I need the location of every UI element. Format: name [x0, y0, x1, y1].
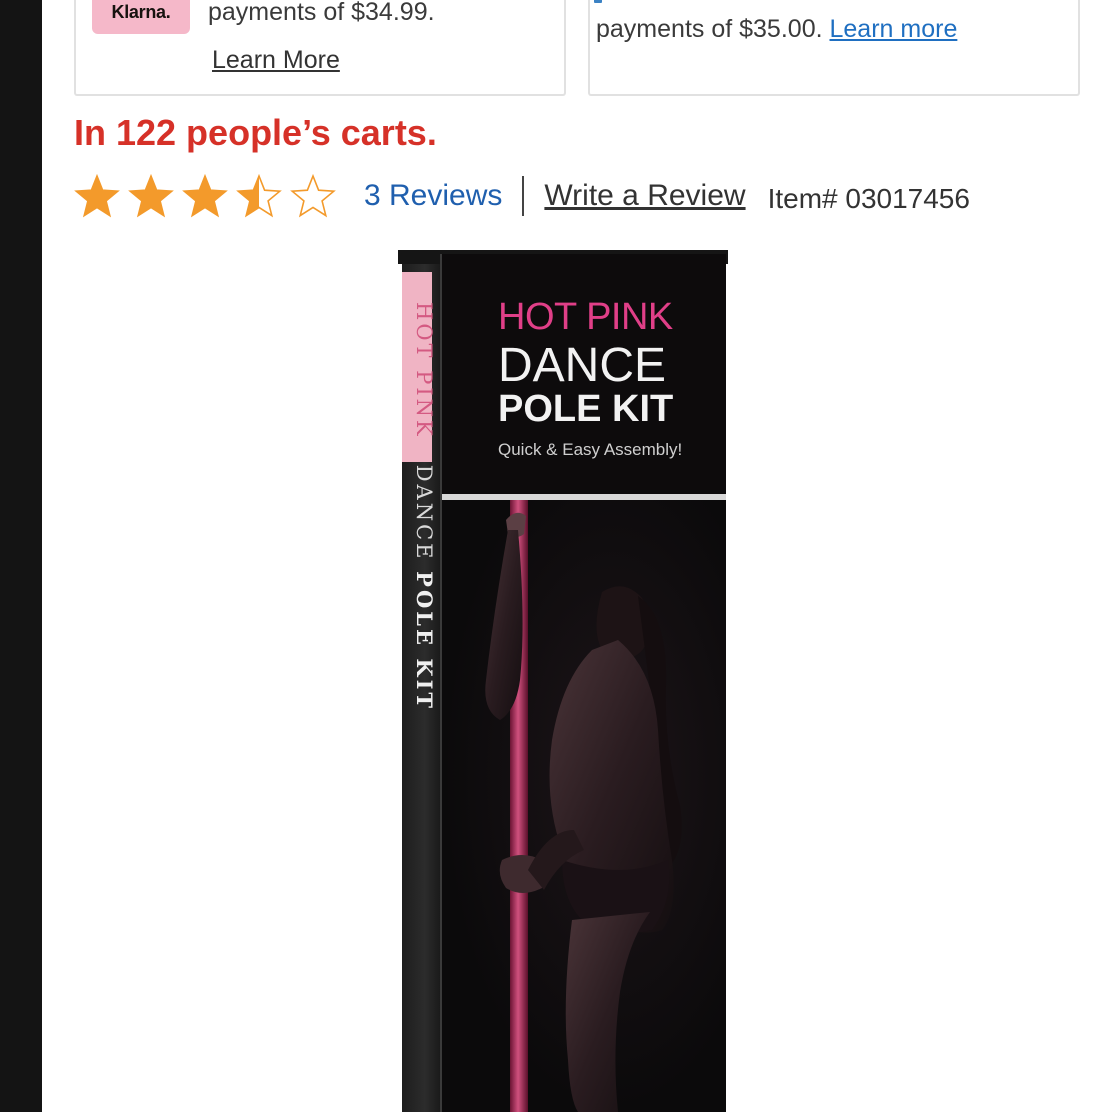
divider [522, 176, 525, 216]
left-edge-bar [0, 0, 42, 1112]
alt-payment-text-wrapper: payments of $35.00. Learn more [596, 15, 957, 44]
klarna-payment-text: payments of $34.99. [208, 0, 435, 26]
box-tagline: Quick & Easy Assembly! [498, 440, 683, 459]
star-half-icon [236, 173, 282, 218]
dancer-photo [442, 500, 726, 1112]
box-title-dance: DANCE [498, 339, 667, 392]
dancer-silhouette-illustration [485, 500, 682, 1112]
star-full-icon [128, 173, 174, 218]
star-empty-icon [290, 173, 336, 218]
rating-row: 3 Reviews Write a Review Item# 03017456 [74, 170, 970, 222]
item-number: Item# 03017456 [767, 183, 970, 214]
spine-hot-pink: HOT PINK [412, 302, 436, 439]
raised-arm [485, 530, 523, 720]
box-title-hot-pink: HOT PINK [498, 296, 673, 338]
payment-provider-logo-fragment [594, 0, 602, 3]
alt-payment-card: payments of $35.00. Learn more [588, 0, 1080, 96]
alt-learn-more-link[interactable]: Learn more [830, 15, 958, 43]
star-full-icon [74, 173, 120, 218]
star-rating[interactable] [74, 173, 344, 219]
spine-dance: DANCE [412, 464, 436, 562]
alt-payment-text: payments of $35.00. [596, 15, 823, 43]
write-review-link[interactable]: Write a Review [544, 179, 745, 213]
klarna-logo: Klarna. [92, 0, 190, 34]
star-full-icon [182, 173, 228, 218]
klarna-learn-more-link[interactable]: Learn More [212, 46, 340, 75]
box-spine: HOT PINK DANCE POLE KIT [402, 262, 440, 1112]
box-front: HOT PINK DANCE POLE KIT Quick & Easy Ass… [440, 254, 726, 1112]
reviews-count-link[interactable]: 3 Reviews [364, 179, 502, 213]
spine-text: HOT PINK DANCE POLE KIT [412, 302, 437, 711]
box-title-pole-kit: POLE KIT [498, 388, 674, 430]
spine-pole-kit: POLE KIT [412, 571, 437, 712]
legs [565, 912, 650, 1112]
carts-count-alert: In 122 people’s carts. [74, 112, 437, 153]
product-image[interactable]: HOT PINKDANCE POLE KIT HOT PINK DANCE PO… [398, 250, 728, 1112]
klarna-payment-card: Klarna. payments of $34.99. Learn More [74, 0, 566, 96]
